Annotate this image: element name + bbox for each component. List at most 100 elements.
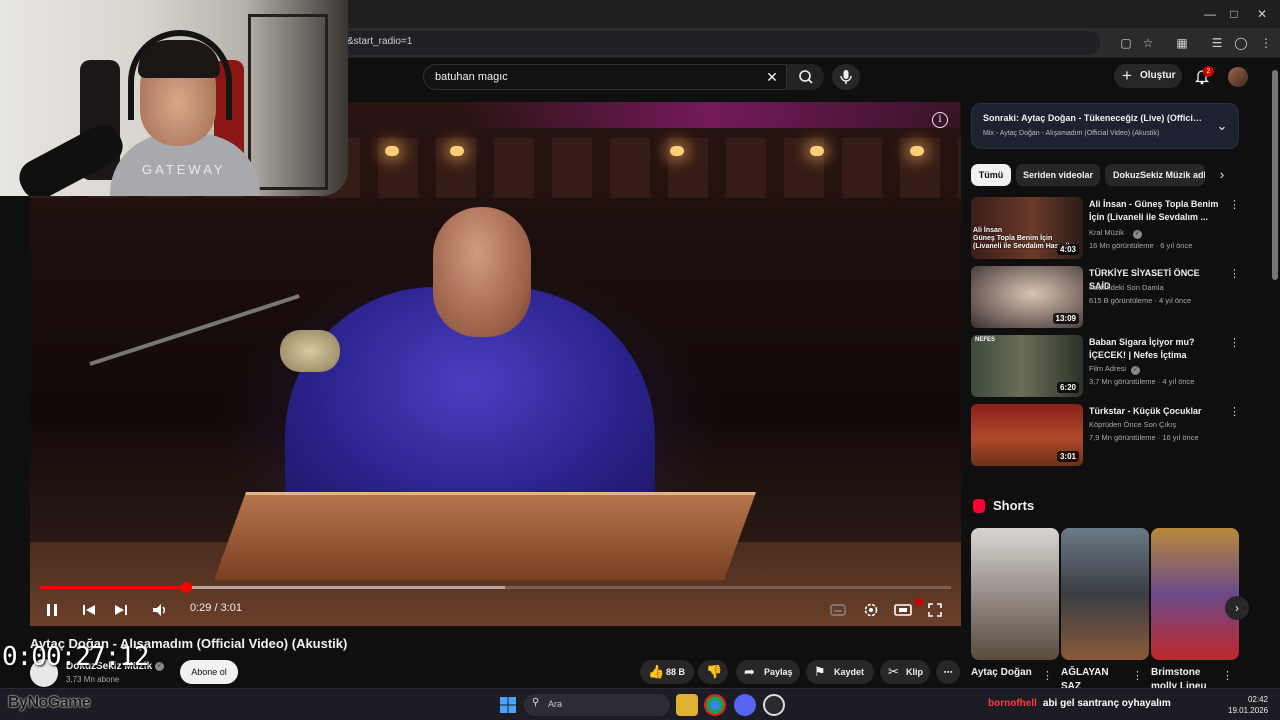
video-thumbnail[interactable]: NEFES 6:20 xyxy=(971,335,1083,397)
more-options-icon[interactable]: ⋮ xyxy=(1229,335,1240,351)
settings-gear-icon[interactable] xyxy=(859,598,883,622)
recommendation-channel[interactable]: Köprüden Önce Son Çıkış xyxy=(1089,420,1176,429)
duration-badge: 3:01 xyxy=(1056,451,1079,462)
shorts-logo-icon xyxy=(973,499,985,513)
recommendation-title[interactable]: Baban Sigara İçiyor mu? İÇECEK! | Nefes … xyxy=(1089,336,1219,362)
maximize-icon[interactable]: □ xyxy=(1222,4,1246,24)
short-title[interactable]: AĞLAYAN SAZ xyxy=(1061,666,1131,688)
volume-icon[interactable] xyxy=(148,598,172,622)
recommendation-meta: 7,9 Mn görüntüleme · 16 yıl önce xyxy=(1089,433,1199,442)
sponsor-logo: ByNoGame xyxy=(8,694,91,711)
chevron-down-icon[interactable]: ⌄ xyxy=(1212,116,1232,136)
clock-date: 19.01.2026 xyxy=(1228,706,1269,715)
video-thumbnail[interactable]: 3:01 xyxy=(971,404,1083,466)
chip-series-videos[interactable]: Seriden videolar xyxy=(1016,164,1100,186)
up-next-panel[interactable]: Sonraki: Aytaç Doğan - Tükeneceğiz (Live… xyxy=(971,103,1239,149)
search-input[interactable]: batuhan magıc xyxy=(435,71,508,83)
close-window-icon[interactable]: ✕ xyxy=(1250,4,1274,24)
thumbnail-caption: Güneş Topla Benim İçin xyxy=(973,235,1053,242)
thumbnail-caption: (Livaneli ile Sevdalım Hasret) xyxy=(973,243,1070,250)
recommendation-channel[interactable]: Kral Müzik xyxy=(1089,228,1124,237)
fullscreen-icon[interactable] xyxy=(923,598,947,622)
more-actions-icon[interactable]: ⋯ xyxy=(936,660,960,684)
like-button[interactable]: 👍 88 B xyxy=(640,660,694,684)
share-button[interactable]: ➦ Paylaş xyxy=(736,660,800,684)
extensions-icon[interactable]: ▦ xyxy=(1172,33,1192,53)
recommendation-channel[interactable]: Kadehdeki Son Damla xyxy=(1089,283,1164,292)
next-icon[interactable] xyxy=(109,598,133,622)
browser-menu-icon[interactable]: ⋮ xyxy=(1256,33,1276,53)
more-options-icon[interactable]: ⋮ xyxy=(1042,668,1053,684)
video-thumbnail[interactable]: Ali İnsan Güneş Topla Benim İçin (Livane… xyxy=(971,197,1083,259)
thumbs-up-icon: 👍 xyxy=(648,664,665,679)
short-thumbnail[interactable] xyxy=(971,528,1059,660)
chat-ticker: bornofhell abi gel santranç oyhayalım xyxy=(988,698,1171,709)
time-display: 0:29 / 3:01 xyxy=(190,602,242,614)
short-title[interactable]: Aytaç Doğan xyxy=(971,666,1041,688)
recommendation-item[interactable]: 13:09 TÜRKİYE SİYASETİ ÖNCE SAİD Kadehde… xyxy=(971,266,1240,328)
recommendation-item[interactable]: NEFES 6:20 Baban Sigara İçiyor mu? İÇECE… xyxy=(971,335,1240,397)
theater-mode-icon[interactable] xyxy=(891,598,915,622)
short-thumbnail[interactable] xyxy=(1061,528,1149,660)
more-options-icon[interactable]: ⋮ xyxy=(1229,266,1240,282)
progress-scrubber[interactable] xyxy=(180,582,192,593)
recommendation-item[interactable]: 3:01 Türkstar - Küçük Çocuklar Köprüden … xyxy=(971,404,1240,466)
chrome-browser-icon[interactable] xyxy=(704,694,726,716)
video-thumbnail[interactable]: 13:09 xyxy=(971,266,1083,328)
verified-check-icon: ✓ xyxy=(1133,230,1142,239)
more-options-icon[interactable]: ⋮ xyxy=(1229,197,1240,213)
short-title[interactable]: Brimstone molly Lineu xyxy=(1151,666,1221,688)
create-button[interactable]: + Oluştur xyxy=(1114,64,1182,88)
previous-icon[interactable] xyxy=(77,598,101,622)
shorts-next-icon[interactable]: › xyxy=(1225,596,1249,620)
profile-icon[interactable]: ◯ xyxy=(1231,33,1251,53)
clip-label: Klip xyxy=(906,667,923,677)
recommendation-title[interactable]: Türkstar - Küçük Çocuklar xyxy=(1089,405,1219,418)
subscriber-count: 3,73 Mn abone xyxy=(66,675,120,684)
account-avatar[interactable] xyxy=(1228,67,1248,87)
search-button[interactable] xyxy=(786,64,824,90)
subscribe-button[interactable]: Abone ol xyxy=(180,660,238,684)
search-icon: ⚲ xyxy=(532,697,540,708)
chip-channel[interactable]: DokuzSekiz Müzik adlı kanal xyxy=(1105,164,1205,186)
like-count: 88 B xyxy=(666,667,686,677)
system-clock[interactable]: 02:42 19.01.2026 xyxy=(1228,694,1268,716)
app-icon[interactable] xyxy=(763,694,785,716)
bookmark-star-icon[interactable]: ☆ xyxy=(1138,33,1158,53)
windows-start-icon[interactable] xyxy=(497,694,519,716)
clear-search-icon[interactable]: ✕ xyxy=(762,67,782,87)
discord-icon[interactable] xyxy=(734,694,756,716)
minimize-icon[interactable]: — xyxy=(1198,4,1222,24)
subtitles-icon[interactable] xyxy=(826,598,850,622)
voice-search-button[interactable] xyxy=(832,64,860,90)
recommendation-title[interactable]: Ali İnsan - Güneş Topla Benim İçin (Liva… xyxy=(1089,198,1219,224)
media-controls-icon[interactable]: ☰ xyxy=(1207,33,1227,53)
scrollbar-thumb[interactable] xyxy=(1272,70,1278,280)
recommendation-item[interactable]: Ali İnsan Güneş Topla Benim İçin (Livane… xyxy=(971,197,1240,259)
video-info-icon[interactable]: i xyxy=(932,112,948,128)
hd-badge-icon xyxy=(915,598,923,606)
address-bar-url: &start_radio=1 xyxy=(347,36,413,47)
more-options-icon[interactable]: ⋮ xyxy=(1132,668,1143,684)
up-next-playlist: Mix - Aytaç Doğan - Alışamadım (Official… xyxy=(983,130,1160,137)
dislike-button[interactable]: 👎 xyxy=(698,660,728,684)
pause-icon[interactable] xyxy=(40,598,64,622)
page-scrollbar[interactable] xyxy=(1270,60,1280,688)
thumbs-down-icon: 👎 xyxy=(706,664,723,679)
file-explorer-icon[interactable] xyxy=(676,694,698,716)
chip-all[interactable]: Tümü xyxy=(971,164,1011,186)
address-bar[interactable]: &start_radio=1 xyxy=(340,31,1100,55)
progress-bar[interactable] xyxy=(40,582,951,593)
taskbar-search[interactable]: ⚲ Ara xyxy=(524,694,670,716)
recommendation-channel[interactable]: Film Adresi xyxy=(1089,364,1126,373)
save-button[interactable]: ⚑ Kaydet xyxy=(806,660,874,684)
more-options-icon[interactable]: ⋮ xyxy=(1222,668,1233,684)
search-box[interactable]: batuhan magıc ✕ xyxy=(423,64,824,90)
chevron-right-icon[interactable]: › xyxy=(1212,165,1232,185)
recommendation-meta: 615 B görüntüleme · 4 yıl önce xyxy=(1089,296,1192,305)
cast-icon[interactable]: ▢ xyxy=(1116,33,1136,53)
verified-check-icon: ✓ xyxy=(1131,366,1140,375)
more-options-icon[interactable]: ⋮ xyxy=(1229,404,1240,420)
clip-button[interactable]: ✂ Klip xyxy=(880,660,930,684)
short-thumbnail[interactable] xyxy=(1151,528,1239,660)
